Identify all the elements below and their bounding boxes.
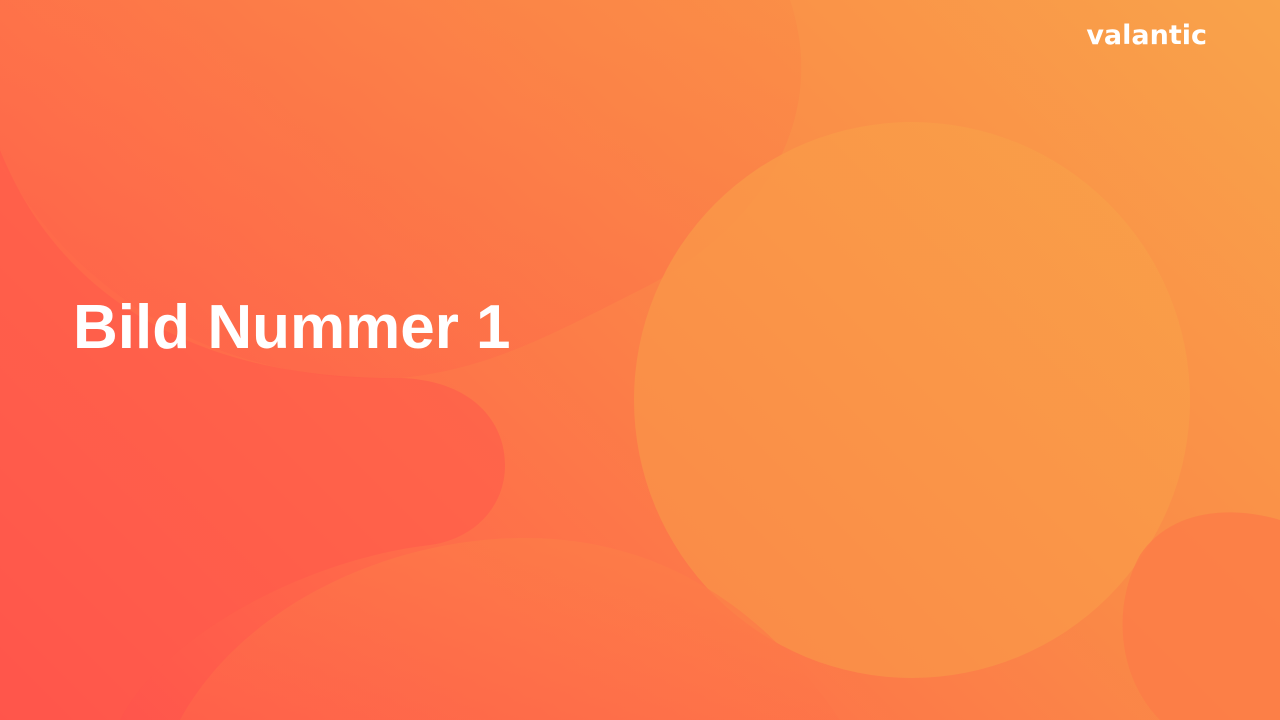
valantic-logo: valantic: [1086, 20, 1207, 51]
title-slide: valantic Bild Nummer 1: [0, 0, 1280, 720]
background-circle: [634, 122, 1190, 678]
slide-title: Bild Nummer 1: [73, 293, 511, 362]
